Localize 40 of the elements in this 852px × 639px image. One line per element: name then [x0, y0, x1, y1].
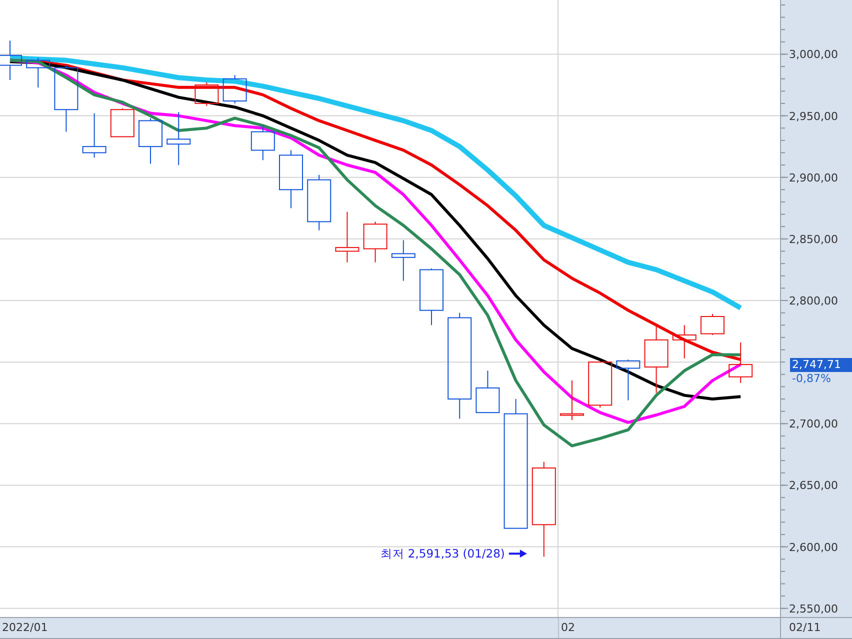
candlestick [363, 221, 388, 263]
candlestick [700, 314, 724, 336]
axis-label: 2,600,00 [789, 540, 838, 554]
candlestick [194, 82, 219, 106]
last-date-label: 02/11 [789, 620, 821, 636]
axis-label: 2,800,00 [789, 294, 838, 308]
candlestick [728, 342, 753, 384]
candlestick [222, 74, 247, 104]
axis-label: 3,000,00 [789, 48, 838, 62]
candlestick [110, 108, 134, 138]
axis-label: 2,650,00 [789, 479, 838, 492]
axis-label: 2,900,00 [789, 171, 838, 184]
candlestick [166, 112, 191, 166]
candlestick [560, 380, 584, 420]
candlestick [335, 211, 360, 263]
axis-label: 2022/01 [2, 620, 48, 636]
axis-label: 2,950,00 [789, 110, 838, 123]
candlestick [279, 150, 303, 209]
candlestick [476, 370, 500, 414]
right-arrow-icon [508, 550, 527, 558]
candlestick [54, 64, 78, 132]
candlestick [672, 324, 696, 359]
candlestick [82, 112, 106, 158]
candlestick [588, 362, 612, 408]
axis-label: 2,850,00 [789, 232, 838, 246]
candlestick [616, 359, 640, 401]
change-percent: -0,87% [791, 372, 831, 385]
candlestick [250, 125, 275, 161]
axis-label: 2,700,00 [789, 418, 838, 431]
candlestick [420, 268, 444, 326]
candlestick [644, 326, 668, 394]
candlestick [307, 174, 332, 231]
axis-label: 02 [561, 620, 575, 636]
lowest-price-note: 최저 2,591,53 (01/28) [380, 546, 505, 561]
axis-label: 2,550,00 [789, 602, 838, 616]
candlestick [391, 240, 416, 282]
price-tag: 2,747,71 [790, 358, 852, 372]
candlestick [138, 118, 162, 164]
candlestick [0, 40, 22, 81]
candlestick [26, 57, 50, 88]
